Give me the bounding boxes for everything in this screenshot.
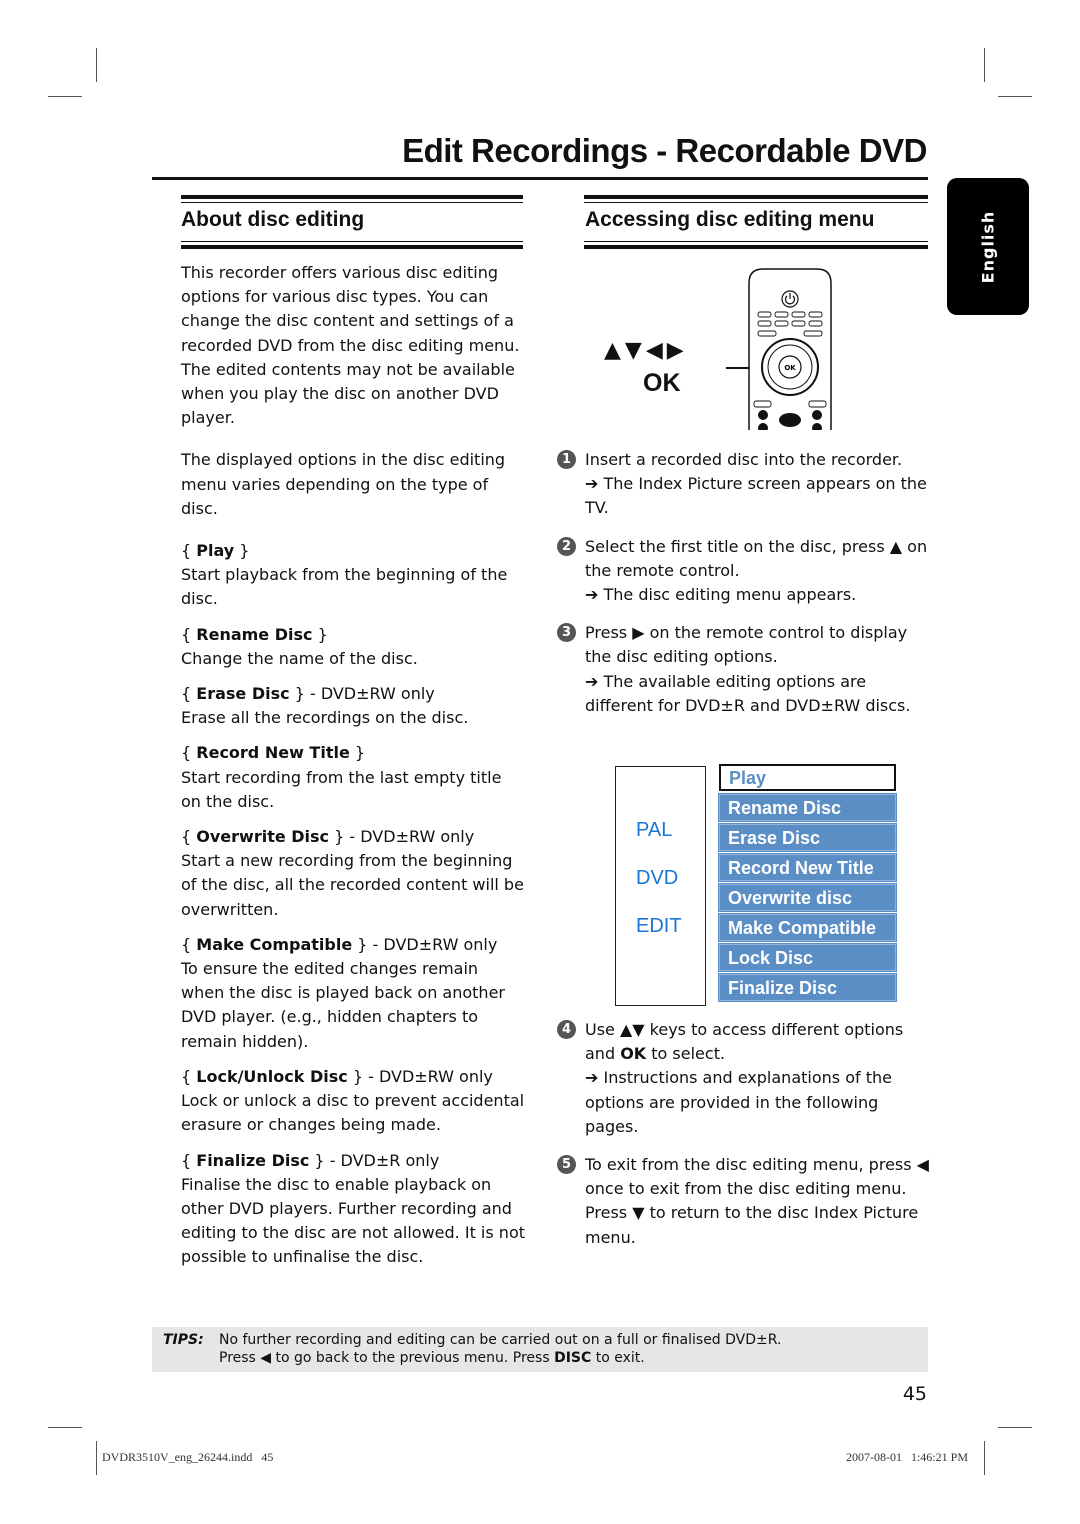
language-label: English <box>978 210 998 283</box>
option-entry: { Erase Disc } - DVD±RW only Erase all th… <box>181 682 526 730</box>
crop-mark <box>984 1441 985 1475</box>
mode-label: EDIT <box>636 915 682 937</box>
step-number-icon: 2 <box>557 536 576 556</box>
option-entry: { Overwrite Disc } - DVD±RW only Start a … <box>181 825 526 922</box>
step-result: ➔ Instructions and explanations of the o… <box>585 1068 892 1136</box>
option-description: Start playback from the beginning of the… <box>181 565 508 609</box>
step-3: 3 Press ▶ on the remote control to displ… <box>557 621 932 718</box>
section-rule <box>181 195 523 199</box>
crop-mark <box>96 48 97 82</box>
option-description: Finalise the disc to enable playback on … <box>181 1174 525 1267</box>
intro-paragraph: This recorder offers various disc editin… <box>181 263 520 428</box>
option-description: Erase all the recordings on the disc. <box>181 708 469 728</box>
section-heading-about: About disc editing <box>181 208 365 231</box>
disc-system-label: PAL <box>636 819 673 841</box>
crop-mark <box>998 1427 1032 1428</box>
menu-item-overwrite-disc[interactable]: Overwrite disc <box>718 883 897 912</box>
step-5: 5 To exit from the disc editing menu, pr… <box>557 1153 932 1250</box>
menu-item-play[interactable]: Play <box>719 764 896 791</box>
option-entry: { Finalize Disc } - DVD±R only Finalise t… <box>181 1149 526 1270</box>
section-heading-accessing: Accessing disc editing menu <box>585 208 875 231</box>
section-rule <box>584 195 928 199</box>
section-rule <box>181 241 523 242</box>
option-entry: { Record New Title } Start recording from… <box>181 741 526 814</box>
step-number-icon: 3 <box>557 623 576 643</box>
step-text: To exit from the disc editing menu, pres… <box>585 1155 929 1247</box>
language-tab: English <box>947 178 1029 315</box>
menu-item-finalize-disc[interactable]: Finalize Disc <box>718 973 897 1002</box>
step-1: 1 Insert a recorded disc into the record… <box>557 448 932 521</box>
option-entry: { Lock/Unlock Disc } - DVD±RW only Lock o… <box>181 1065 526 1138</box>
section-rule <box>181 202 523 203</box>
step-result: ➔ The disc editing menu appears. <box>585 585 857 605</box>
options-list: { Play } Start playback from the beginnin… <box>181 539 526 1269</box>
disc-type-label: DVD <box>636 867 679 889</box>
tips-label: TIPS: <box>163 1332 204 1348</box>
option-description: Start a new recording from the beginning… <box>181 851 524 919</box>
ok-key-label: OK <box>643 369 681 397</box>
section-rule <box>584 245 928 249</box>
step-number-icon: 5 <box>557 1155 576 1175</box>
option-heading: { Rename Disc } <box>181 624 328 644</box>
option-description: Lock or unlock a disc to prevent acciden… <box>181 1091 525 1135</box>
option-entry: { Make Compatible } - DVD±RW only To ensu… <box>181 933 526 1054</box>
disc-edit-menu: Play Rename Disc Erase Disc Record New Titl… <box>718 764 897 1004</box>
step-4: 4 Use ▲▼ keys to access different option… <box>557 1018 932 1139</box>
option-description: To ensure the edited changes remain when… <box>181 959 505 1051</box>
page-title: Edit Recordings - Recordable DVD <box>402 132 927 169</box>
footer-timestamp: 2007-08-01 1:46:21 PM <box>845 1450 968 1464</box>
steps-bottom: 4 Use ▲▼ keys to access different option… <box>557 1018 932 1250</box>
option-heading: { Lock/Unlock Disc } - DVD±RW only <box>181 1066 493 1086</box>
tips-line: No further recording and editing can be … <box>219 1332 782 1348</box>
section-rule <box>181 245 523 249</box>
step-number-icon: 1 <box>557 450 576 469</box>
step-text: Press ▶ on the remote control to display… <box>585 623 908 667</box>
intro-paragraph: The displayed options in the disc editin… <box>181 450 506 518</box>
crop-mark <box>96 1441 97 1475</box>
arrow-keys-icon: ▲▼◀▶ <box>604 338 688 363</box>
title-rule <box>152 177 928 180</box>
crop-mark <box>984 48 985 82</box>
menu-item-record-new-title[interactable]: Record New Title <box>718 853 897 882</box>
option-entry: { Play } Start playback from the beginnin… <box>181 539 526 612</box>
menu-item-erase-disc[interactable]: Erase Disc <box>718 823 897 852</box>
option-heading: { Overwrite Disc } - DVD±RW only <box>181 827 475 847</box>
tips-box: TIPS: No further recording and editing c… <box>152 1327 928 1372</box>
step-2: 2 Select the first title on the disc, pr… <box>557 535 932 608</box>
option-heading: { Erase Disc } - DVD±RW only <box>181 684 435 704</box>
step-result: ➔ The available editing options are diff… <box>585 671 911 715</box>
footer-file: DVDR3510V_eng_26244.indd 45 <box>102 1450 274 1464</box>
step-result: ➔ The Index Picture screen appears on th… <box>585 474 927 518</box>
menu-item-rename-disc[interactable]: Rename Disc <box>718 793 897 822</box>
svg-text:OK: OK <box>784 364 796 372</box>
remote-illustration: ▲▼◀▶ OK OK <box>590 265 840 430</box>
crop-mark <box>48 1427 82 1428</box>
menu-info-panel: PAL DVD EDIT <box>615 766 706 1006</box>
steps-top: 1 Insert a recorded disc into the record… <box>557 448 932 718</box>
menu-item-lock-disc[interactable]: Lock Disc <box>718 943 897 972</box>
step-text: Use ▲▼ keys to access different options … <box>585 1020 904 1064</box>
section-rule <box>584 241 928 242</box>
option-heading: { Make Compatible } - DVD±RW only <box>181 934 498 954</box>
tips-line: Press ◀ to go back to the previous menu.… <box>219 1350 645 1366</box>
remote-control-icon: OK <box>748 268 832 430</box>
option-heading: { Play } <box>181 541 250 561</box>
option-description: Change the name of the disc. <box>181 648 418 668</box>
step-text: Insert a recorded disc into the recorder… <box>585 450 903 469</box>
crop-mark <box>48 96 82 97</box>
option-heading: { Record New Title } <box>181 743 366 763</box>
step-number-icon: 4 <box>557 1020 576 1039</box>
about-column: This recorder offers various disc editin… <box>181 261 526 1281</box>
option-entry: { Rename Disc } Change the name of the di… <box>181 623 526 671</box>
crop-mark <box>998 96 1032 97</box>
option-description: Start recording from the last empty titl… <box>181 767 502 811</box>
option-heading: { Finalize Disc } - DVD±R only <box>181 1150 440 1170</box>
step-text: Select the first title on the disc, pres… <box>585 536 928 580</box>
menu-item-make-compatible[interactable]: Make Compatible <box>718 913 897 942</box>
section-rule <box>584 202 928 203</box>
page-number: 45 <box>902 1383 927 1405</box>
